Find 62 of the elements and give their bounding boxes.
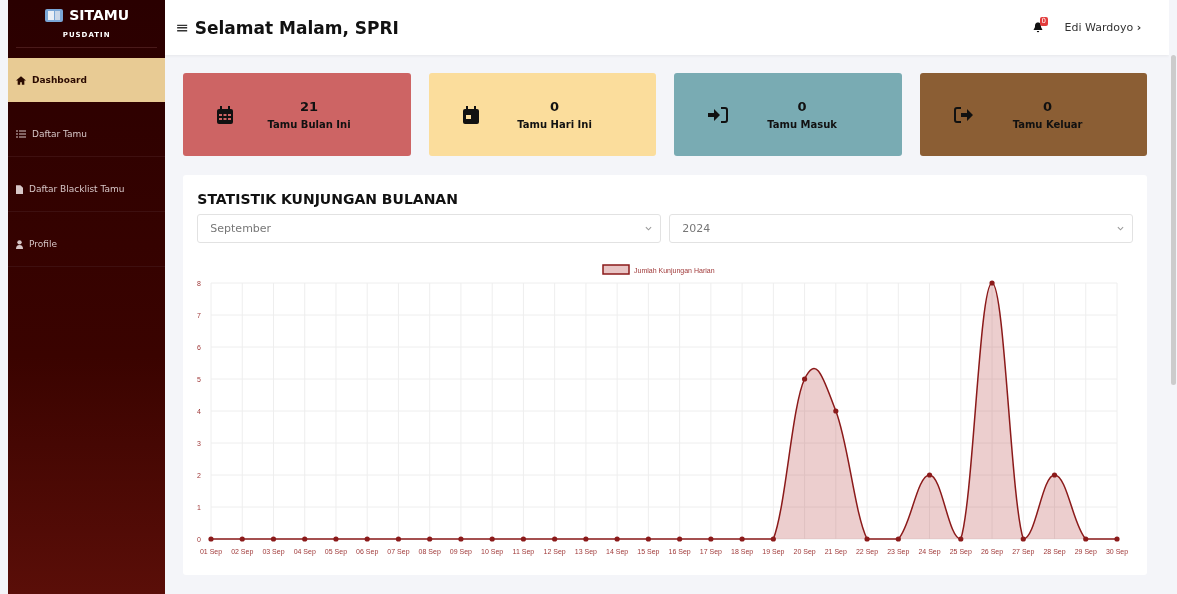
data-point <box>239 536 246 542</box>
greeting: Selamat Malam, SPRI <box>194 17 399 38</box>
data-point <box>677 536 683 542</box>
data-point <box>927 472 933 478</box>
panel-title: STATISTIK KUNJUNGAN BULANAN <box>197 191 459 207</box>
data-point <box>739 536 746 542</box>
stat-label: Tamu Keluar <box>1012 119 1083 130</box>
data-point <box>1114 536 1120 542</box>
stat-label: Tamu Hari Ini <box>517 119 592 130</box>
data-point <box>864 536 870 542</box>
data-point <box>833 408 839 414</box>
data-point <box>271 536 277 542</box>
user-menu[interactable]: Edi Wardoyo › <box>1064 21 1142 34</box>
chevron-down-icon <box>645 226 653 231</box>
sidebar-item[interactable]: Profile <box>8 222 166 267</box>
data-point <box>364 536 371 542</box>
data-point <box>614 536 621 542</box>
home-icon <box>16 75 26 85</box>
data-point <box>208 536 214 542</box>
scrollbar-thumb[interactable] <box>1171 55 1176 385</box>
data-point <box>521 536 527 542</box>
data-point <box>646 536 652 542</box>
calendar-icon <box>217 105 234 124</box>
sidebar-item[interactable]: Dashboard <box>8 58 166 102</box>
data-point <box>1021 536 1027 542</box>
chevron-down-icon <box>1117 226 1125 231</box>
document-icon <box>16 184 23 194</box>
data-point <box>1052 472 1058 478</box>
calendar-icon <box>462 105 479 124</box>
stat-value: 21 <box>300 99 319 114</box>
stat-value: 0 <box>1043 99 1053 114</box>
book-logo-icon <box>44 7 65 23</box>
data-point <box>1083 536 1089 542</box>
list-icon <box>16 130 26 138</box>
data-point <box>583 536 589 542</box>
data-point <box>802 376 808 382</box>
data-point <box>396 536 402 542</box>
stat-label: Tamu Masuk <box>767 119 837 130</box>
brand-name: SITAMU <box>69 7 130 23</box>
user-icon <box>16 239 23 249</box>
year-select[interactable]: 2024 <box>669 214 1134 243</box>
month-select[interactable]: September <box>197 214 662 243</box>
menu-icon[interactable]: ≡ <box>175 18 189 37</box>
data-point <box>708 536 714 542</box>
sign-in-icon <box>708 106 729 123</box>
data-point <box>333 536 339 542</box>
stat-value: 0 <box>797 99 807 114</box>
bell-icon[interactable] <box>1032 22 1043 33</box>
sign-out-icon <box>953 106 974 123</box>
stat-label: Tamu Bulan Ini <box>267 119 351 130</box>
sidebar-item[interactable]: Daftar Blacklist Tamu <box>8 167 166 212</box>
data-point <box>771 536 777 542</box>
data-point <box>896 536 902 542</box>
data-point <box>302 536 308 542</box>
stat-value: 0 <box>550 99 560 114</box>
data-point <box>489 536 496 542</box>
data-point <box>989 280 995 286</box>
data-point <box>458 536 464 542</box>
data-point <box>427 536 433 542</box>
data-point <box>552 536 558 542</box>
sidebar-item[interactable]: Daftar Tamu <box>8 112 166 157</box>
data-point <box>958 536 964 542</box>
